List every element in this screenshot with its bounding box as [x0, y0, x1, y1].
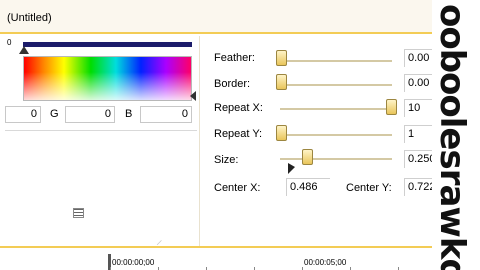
border-value-field[interactable]: 0.00 — [404, 74, 432, 92]
b-value-field[interactable]: 0 — [140, 106, 192, 123]
timecode-start: 00:00:00;00 — [112, 258, 155, 267]
title-bar: (Untitled) — [0, 0, 432, 34]
repeat-y-slider-track[interactable] — [280, 134, 392, 136]
size-slider-thumb[interactable] — [302, 149, 313, 165]
divider — [5, 130, 197, 131]
repeat-y-label: Repeat Y: — [214, 128, 263, 140]
size-label: Size: — [214, 154, 239, 166]
feather-slider-thumb[interactable] — [276, 50, 287, 66]
border-slider-thumb[interactable] — [276, 74, 287, 90]
color-spectrum[interactable] — [23, 56, 192, 101]
repeat-y-slider-thumb[interactable] — [276, 125, 287, 141]
window-title: (Untitled) — [7, 12, 52, 24]
watermark: ooboolesrawkd — [432, 0, 480, 270]
gradient-left-value: 0 — [7, 38, 12, 47]
border-slider-track[interactable] — [280, 84, 392, 86]
size-slider-track[interactable] — [280, 158, 392, 160]
repeat-x-value-field[interactable]: 10 — [404, 99, 432, 117]
center-x-field[interactable]: 0.486 — [286, 178, 330, 196]
spectrum-marker-icon[interactable] — [190, 91, 196, 101]
timecode-mark: 00:00:05;00 — [304, 258, 347, 267]
r-value-field[interactable]: 0 — [5, 106, 41, 123]
border-label: Border: — [214, 78, 251, 90]
timeline[interactable]: 00:00:00;00 00:00:05;00 — [0, 246, 432, 270]
center-y-field[interactable]: 0.722 — [404, 178, 436, 196]
repeat-y-value-field[interactable]: 1 — [404, 125, 432, 143]
feather-slider-track[interactable] — [280, 60, 392, 62]
g-value-field[interactable]: 0 — [65, 106, 115, 123]
mouse-cursor-icon — [288, 162, 295, 179]
center-y-label: Center Y: — [346, 182, 392, 194]
g-label: G — [50, 108, 59, 120]
list-icon[interactable] — [73, 208, 84, 218]
gradient-bar[interactable] — [23, 42, 192, 47]
watermark-text: ooboolesrawkd — [432, 4, 472, 270]
b-label: B — [125, 108, 133, 120]
repeat-x-slider-track[interactable] — [280, 108, 392, 110]
feather-label: Feather: — [214, 52, 255, 64]
color-panel: 0 0 G 0 B 0 ⸝ — [0, 36, 200, 247]
feather-value-field[interactable]: 0.00 — [404, 49, 432, 67]
gradient-pointer-icon[interactable] — [19, 46, 29, 54]
center-x-label: Center X: — [214, 182, 261, 194]
repeat-x-label: Repeat X: — [214, 102, 263, 114]
repeat-x-slider-thumb[interactable] — [386, 99, 397, 115]
size-value-field[interactable]: 0.250 — [404, 150, 436, 168]
